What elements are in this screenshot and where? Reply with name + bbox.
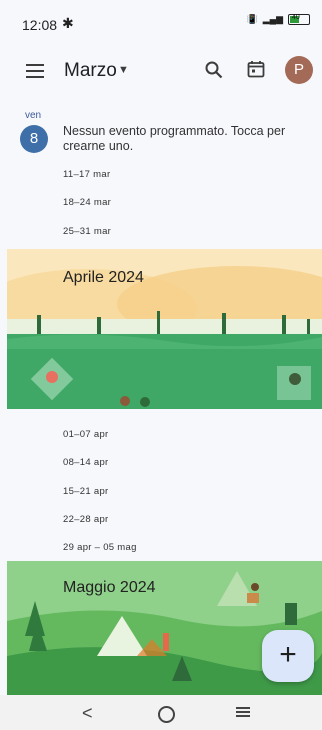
week-label[interactable]: 29 apr – 05 mag [63, 542, 137, 553]
dropdown-caret-icon[interactable]: ▼ [118, 64, 129, 76]
week-label[interactable]: 25–31 mar [63, 226, 111, 237]
search-icon[interactable] [204, 60, 224, 80]
battery-icon: 40 [288, 14, 310, 25]
status-icons: 📳 ▂▄▆ 40 [247, 14, 310, 25]
battery-level: 40 [292, 14, 300, 21]
april-banner: Aprile 2024 [7, 249, 322, 409]
week-label[interactable]: 15–21 apr [63, 486, 109, 497]
settings-gear-icon: ✱ [62, 15, 74, 31]
avatar[interactable]: P [285, 56, 313, 84]
spring-illustration [7, 249, 322, 409]
today-calendar-icon[interactable] [247, 60, 265, 78]
status-time: 12:08 [22, 17, 58, 33]
no-event-message[interactable]: Nessun evento programmato. Tocca per cre… [63, 124, 303, 154]
day-number[interactable]: 8 [20, 125, 48, 153]
create-event-button[interactable]: + [262, 630, 314, 682]
back-icon[interactable]: < [82, 703, 93, 724]
week-label[interactable]: 22–28 apr [63, 514, 109, 525]
may-title: Maggio 2024 [63, 579, 156, 596]
week-label[interactable]: 01–07 apr [63, 429, 109, 440]
week-label[interactable]: 08–14 apr [63, 457, 109, 468]
month-title[interactable]: Marzo [64, 60, 117, 82]
signal-icon: ▂▄▆ [262, 14, 283, 24]
home-icon[interactable] [158, 706, 175, 723]
day-label: ven [25, 110, 42, 121]
vibrate-icon: 📳 [246, 14, 258, 24]
week-label[interactable]: 11–17 mar [63, 169, 110, 180]
menu-icon[interactable] [26, 64, 44, 78]
recents-icon[interactable] [236, 707, 250, 717]
status-bar: 12:08 ✱ 📳 ▂▄▆ 40 [0, 0, 322, 48]
april-title: Aprile 2024 [63, 269, 144, 286]
week-label[interactable]: 18–24 mar [63, 197, 111, 208]
